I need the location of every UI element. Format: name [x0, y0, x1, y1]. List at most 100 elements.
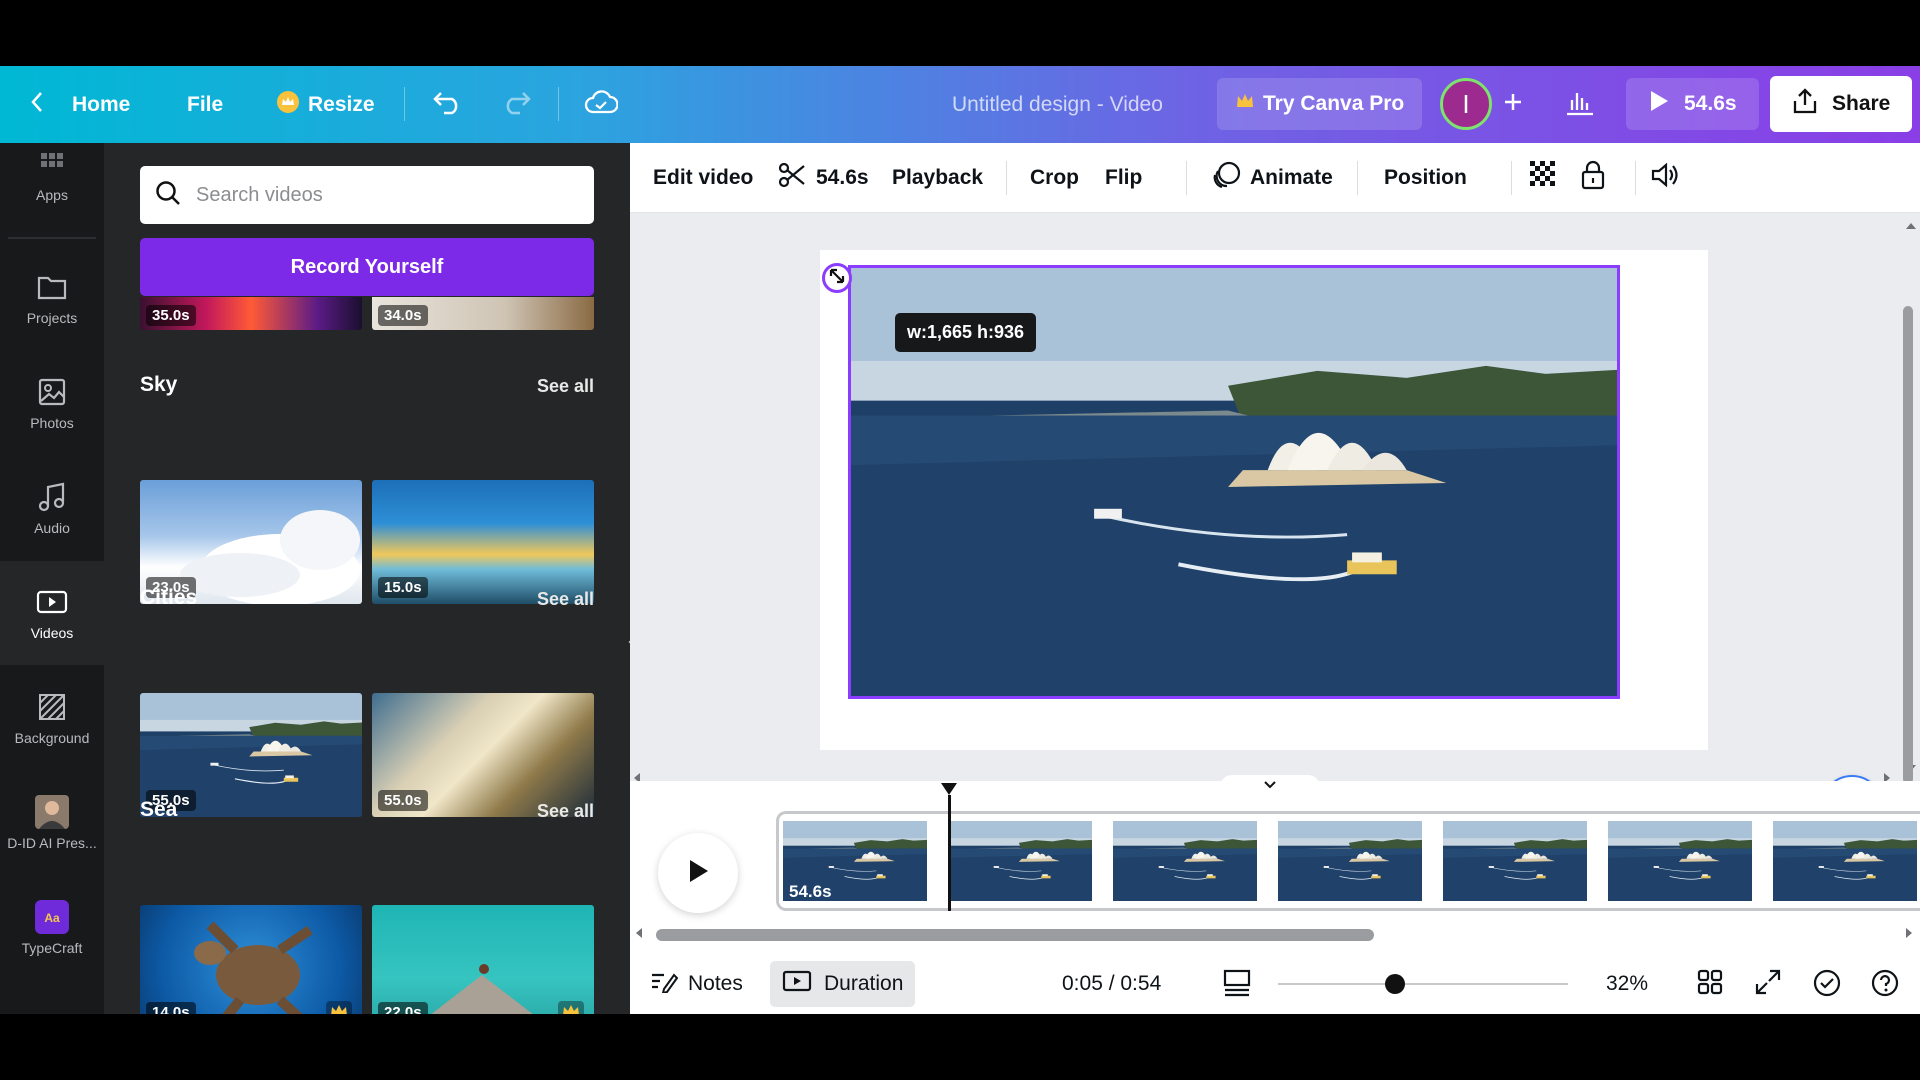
help-button[interactable] — [1870, 968, 1900, 1004]
top-bar: Home File Resize Untitled design - Video… — [0, 66, 1920, 143]
clip-frame — [1113, 821, 1257, 901]
screen: Home File Resize Untitled design - Video… — [0, 0, 1920, 1080]
play-icon — [1648, 89, 1670, 119]
duration-badge: 35.0s — [146, 305, 196, 326]
search-icon — [154, 179, 182, 212]
timeline-scroll-right-arrow[interactable] — [1902, 926, 1916, 940]
timeline-scroll-left-arrow[interactable] — [632, 926, 646, 940]
duration-badge: 34.0s — [378, 305, 428, 326]
page-view-icon — [1222, 968, 1252, 1004]
trim-button[interactable]: 54.6s — [778, 143, 869, 213]
design-title[interactable]: Untitled design - Video — [952, 66, 1163, 143]
rail-item-photos[interactable]: Photos — [0, 351, 104, 455]
redo-button[interactable] — [500, 66, 532, 143]
avatar[interactable]: I — [1440, 78, 1492, 130]
search-bar[interactable] — [140, 166, 594, 224]
crown-icon — [1235, 92, 1255, 116]
position-button[interactable]: Position — [1357, 143, 1467, 213]
playhead[interactable] — [948, 795, 951, 911]
see-all-sky-link[interactable]: See all — [537, 376, 594, 397]
crop-button[interactable]: Crop — [1030, 143, 1079, 213]
undo-button[interactable] — [432, 66, 464, 143]
lock-button[interactable] — [1580, 143, 1606, 213]
duration-icon — [782, 969, 812, 999]
record-yourself-button[interactable]: Record Yourself — [140, 238, 594, 296]
folder-icon — [35, 270, 69, 304]
present-button[interactable]: 54.6s — [1626, 78, 1759, 130]
clip-frame — [1443, 821, 1587, 901]
notes-button[interactable]: Notes — [650, 961, 743, 1007]
divider — [8, 237, 96, 239]
left-rail: Apps Projects Photos Audio Videos Backgr… — [0, 143, 104, 1014]
resize-button[interactable]: Resize — [276, 66, 375, 143]
rail-item-background[interactable]: Background — [0, 666, 104, 770]
check-button[interactable] — [1812, 968, 1842, 1004]
add-collaborator-button[interactable] — [1502, 66, 1524, 143]
try-canva-pro-button[interactable]: Try Canva Pro — [1217, 78, 1423, 130]
zoom-level[interactable]: 32% — [1606, 961, 1648, 1007]
play-icon — [686, 858, 710, 889]
animate-button[interactable]: Animate — [1186, 143, 1333, 213]
video-thumbnail[interactable]: 14.0s — [140, 905, 362, 1014]
share-button[interactable]: Share — [1770, 76, 1913, 132]
redo-icon — [500, 89, 532, 121]
section-title-sea: Sea — [140, 798, 178, 821]
see-all-cities-link[interactable]: See all — [537, 589, 594, 610]
clip-duration: 54.6s — [789, 882, 832, 901]
video-thumbnail[interactable]: 35.0s — [140, 297, 362, 330]
help-question-icon — [1870, 968, 1900, 1004]
video-thumbnail[interactable]: 22.0s — [372, 905, 594, 1014]
rail-item-d-id-ai-presenters[interactable]: D-ID AI Pres... — [0, 771, 104, 875]
toggle-timeline-button[interactable] — [1220, 775, 1320, 797]
photo-icon — [35, 375, 69, 409]
grid-view-button[interactable] — [1696, 968, 1724, 1002]
home-label: Home — [72, 92, 131, 116]
rail-item-typecraft[interactable]: Aa TypeCraft — [0, 876, 104, 980]
horizontal-scrollbar[interactable] — [656, 929, 1374, 941]
rail-item-projects[interactable]: Projects — [0, 246, 104, 350]
presenter-avatar-icon — [35, 795, 69, 829]
timeline: 54.6s Notes Duration 0:05 / 0:54 32% — [630, 775, 1920, 1014]
crown-icon — [276, 90, 300, 120]
volume-button[interactable] — [1650, 143, 1680, 213]
notes-pencil-icon — [650, 969, 679, 999]
flip-button[interactable]: Flip — [1105, 143, 1142, 213]
save-status-button[interactable] — [584, 66, 619, 143]
share-label: Share — [1832, 92, 1891, 115]
duration-button[interactable]: Duration — [770, 961, 916, 1007]
video-thumbnail[interactable]: 15.0s — [372, 480, 594, 604]
duration-badge: 15.0s — [378, 577, 428, 598]
rail-item-audio[interactable]: Audio — [0, 456, 104, 560]
see-all-sea-link[interactable]: See all — [537, 801, 594, 822]
animate-label: Animate — [1250, 166, 1333, 189]
clip-frame — [1278, 821, 1422, 901]
videos-panel: 35.0s 34.0s Record Yourself Sky See all … — [104, 143, 630, 1014]
video-thumbnail[interactable]: 55.0s — [372, 693, 594, 817]
expand-icon — [1754, 968, 1782, 1002]
search-input[interactable] — [196, 183, 576, 207]
zoom-slider-track[interactable] — [1278, 983, 1568, 985]
playback-button[interactable]: Playback — [892, 143, 983, 213]
resize-handle[interactable] — [822, 263, 852, 293]
rail-label: Projects — [26, 310, 78, 326]
edit-video-button[interactable]: Edit video — [653, 143, 753, 213]
speaker-icon — [1650, 161, 1680, 195]
transparency-button[interactable] — [1480, 143, 1558, 213]
insights-button[interactable] — [1565, 66, 1595, 143]
playhead-handle[interactable] — [939, 781, 959, 797]
play-button[interactable] — [658, 833, 738, 913]
rail-item-apps[interactable]: Apps — [0, 123, 104, 227]
zoom-slider-handle[interactable] — [1385, 974, 1405, 994]
video-thumbnail[interactable]: 34.0s — [372, 297, 594, 330]
check-circle-icon — [1812, 968, 1842, 1004]
file-menu[interactable]: File — [187, 66, 223, 143]
chevron-down-icon — [1263, 777, 1277, 795]
rail-label: Apps — [36, 187, 68, 203]
resize-arrows-icon — [828, 267, 846, 290]
scroll-up-arrow[interactable] — [1904, 219, 1918, 233]
vertical-scrollbar[interactable] — [1903, 306, 1913, 784]
fullscreen-button[interactable] — [1754, 968, 1782, 1002]
bottom-bar: Notes Duration 0:05 / 0:54 32% — [630, 954, 1920, 1014]
rail-item-videos[interactable]: Videos — [0, 561, 104, 665]
page-view-button[interactable] — [1222, 968, 1252, 1004]
